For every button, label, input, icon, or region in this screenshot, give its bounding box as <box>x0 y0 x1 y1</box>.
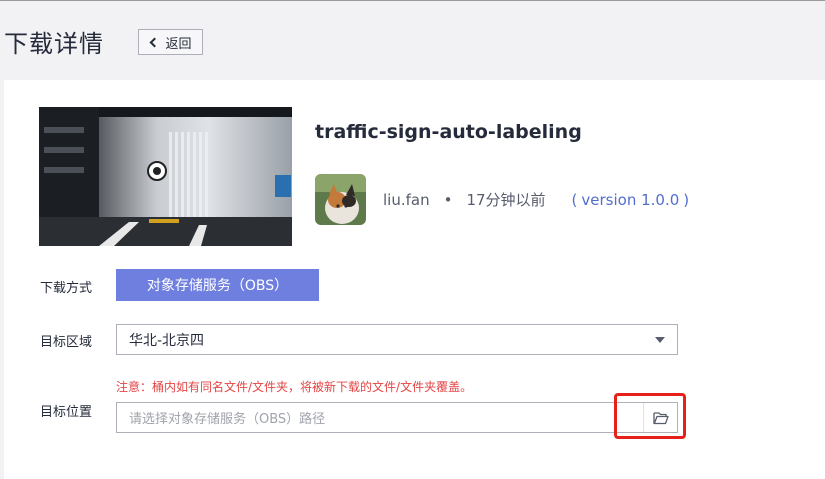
obs-path-input[interactable]: 请选择对象存储服务（OBS）路径 <box>116 402 678 433</box>
updated-time: 17分钟以前 <box>466 191 546 209</box>
target-region-value: 华北-北京四 <box>129 332 205 349</box>
browse-folder-button[interactable] <box>643 403 677 432</box>
top-divider <box>0 0 825 1</box>
dataset-name: traffic-sign-auto-labeling <box>315 121 582 143</box>
obs-path-placeholder: 请选择对象存储服务（OBS）路径 <box>129 412 326 427</box>
target-location-label: 目标位置 <box>40 405 93 420</box>
version-paren-close: ) <box>683 190 690 209</box>
chevron-left-icon <box>150 37 160 47</box>
meta-separator: • <box>443 190 453 209</box>
author-name[interactable]: liu.fan <box>383 191 430 209</box>
back-button-label: 返回 <box>165 36 192 52</box>
overwrite-warning: 注意：桶内如有同名文件/文件夹，将被新下载的文件/文件夹覆盖。 <box>116 380 473 394</box>
target-region-label: 目标区域 <box>40 335 93 350</box>
caret-down-icon <box>655 337 665 343</box>
version-link[interactable]: version 1.0.0 <box>581 191 679 209</box>
dataset-thumbnail <box>39 107 292 246</box>
author-avatar <box>315 174 366 225</box>
target-region-select[interactable]: 华北-北京四 <box>116 324 678 355</box>
page-title: 下载详情 <box>4 30 104 58</box>
obs-download-button[interactable]: 对象存储服务（OBS） <box>116 269 319 301</box>
dataset-meta: liu.fan • 17分钟以前 ( version 1.0.0 ) <box>383 189 693 210</box>
back-button[interactable]: 返回 <box>138 29 203 55</box>
download-method-label: 下载方式 <box>40 281 93 296</box>
version-paren-open: ( <box>571 190 578 209</box>
folder-open-icon <box>652 411 669 424</box>
